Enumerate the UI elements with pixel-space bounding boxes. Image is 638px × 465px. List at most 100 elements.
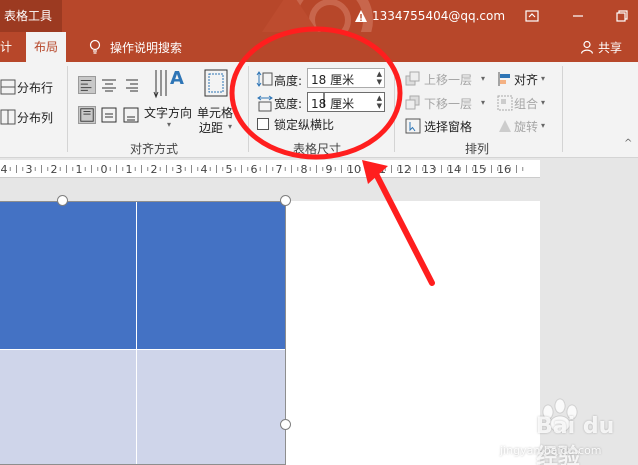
chevron-down-icon: ▾ <box>541 98 546 107</box>
rotate-icon <box>499 120 511 132</box>
ruler-label: 11 <box>372 163 386 176</box>
collapse-ribbon-icon[interactable]: ^ <box>624 138 632 149</box>
person-icon <box>580 40 594 54</box>
distribute-rows-icon <box>0 79 16 95</box>
height-label: 高度: <box>274 74 303 88</box>
selection-pane-button[interactable]: 选择窗格 <box>424 118 472 135</box>
share-label: 共享 <box>598 40 623 55</box>
distribute-columns-button[interactable]: 分布列 <box>17 109 53 126</box>
group-separator <box>248 66 249 152</box>
ruler-label: 14 <box>447 163 461 176</box>
tell-me-search[interactable]: 操作说明搜索 <box>88 32 182 62</box>
ruler-label: 8 <box>301 163 308 176</box>
table-tools-context: 表格工具 <box>0 0 62 32</box>
width-input[interactable]: 18 厘米 ▲ ▼ <box>307 92 385 112</box>
warning-icon <box>355 10 367 22</box>
ruler-label: 16 <box>497 163 511 176</box>
align-objects-button[interactable]: 对齐 <box>514 71 538 88</box>
account-email: 1334755404@qq.com <box>372 9 506 23</box>
share-button[interactable]: 共享 <box>580 32 622 62</box>
ruler-label: 4 <box>1 163 8 176</box>
bring-forward-icon <box>405 71 420 86</box>
ruler-label: 0 <box>101 163 108 176</box>
ruler-scale: 4 3 2 1 0 1 2 3 4 5 6 7 8 9 10 11 12 13 14 15 16 <box>1 163 524 176</box>
ruler-label: 12 <box>397 163 411 176</box>
send-backward-button[interactable]: 下移一层 <box>424 95 472 112</box>
ruler-label: 9 <box>326 163 333 176</box>
width-value: 18 厘米 <box>311 97 355 111</box>
restore-icon[interactable] <box>614 8 630 24</box>
resize-handle[interactable] <box>280 195 291 206</box>
title-bar: 表格工具 1334755404@qq.com <box>0 0 638 32</box>
ribbon-tab-bar: 计 布局 操作说明搜索 共享 <box>0 32 638 62</box>
ruler-label: 6 <box>251 163 258 176</box>
tab-design-partial[interactable]: 计 <box>0 32 12 62</box>
resize-handle[interactable] <box>280 419 291 430</box>
text-direction-button[interactable]: 文字方向 <box>144 104 192 121</box>
rotate-button[interactable]: 旋转 <box>514 118 538 135</box>
chevron-down-icon: ▾ <box>481 74 486 83</box>
align-left-icon[interactable] <box>78 76 96 94</box>
height-input[interactable]: 18 厘米 ▲ ▼ <box>307 68 385 88</box>
width-icon <box>257 95 273 112</box>
align-group-label: 对齐方式 <box>130 142 179 156</box>
watermark-brand: Bai du 经验 <box>536 414 615 465</box>
align-objects-icon <box>498 72 510 86</box>
ruler-label: 5 <box>226 163 233 176</box>
lock-aspect-ratio-checkbox[interactable] <box>257 118 269 130</box>
align-top-icon[interactable] <box>78 106 96 124</box>
tell-me-label: 操作说明搜索 <box>110 40 183 55</box>
tab-layout[interactable]: 布局 <box>26 32 67 62</box>
ruler-label: 13 <box>422 163 436 176</box>
align-right-icon[interactable] <box>122 76 140 94</box>
resize-handle[interactable] <box>57 195 68 206</box>
lightbulb-icon <box>89 39 101 54</box>
height-spinner-arrows[interactable]: ▲ ▼ <box>377 70 382 86</box>
ruler-label: 3 <box>26 163 33 176</box>
height-value: 18 厘米 <box>311 73 355 87</box>
ruler-label: 1 <box>76 163 83 176</box>
minimize-icon[interactable] <box>570 8 586 24</box>
align-center-icon[interactable] <box>100 76 118 94</box>
lock-aspect-ratio-label: 锁定纵横比 <box>274 118 335 132</box>
ruler-label: 15 <box>472 163 486 176</box>
svg-text:A: A <box>170 68 184 89</box>
size-group-label: 表格尺寸 <box>293 142 342 156</box>
ruler-label: 2 <box>51 163 58 176</box>
horizontal-ruler: 4 3 2 1 0 1 2 3 4 5 6 7 8 9 10 11 12 13 14 15 16 <box>0 160 540 178</box>
group-objects-icon <box>497 95 513 111</box>
cell-margins-label-2: 边距 <box>199 121 224 135</box>
ruler-label: 3 <box>176 163 183 176</box>
group-separator <box>394 66 395 152</box>
ruler-label: 7 <box>276 163 283 176</box>
account-area[interactable]: 1334755404@qq.com <box>354 0 505 32</box>
distribute-rows-button[interactable]: 分布行 <box>17 79 53 96</box>
table-selection-box <box>0 201 286 465</box>
ruler-label: 2 <box>151 163 158 176</box>
cell-margins-icon <box>204 69 228 97</box>
width-label: 宽度: <box>274 97 303 111</box>
align-bottom-icon[interactable] <box>122 106 140 124</box>
chevron-down-icon: ▾ <box>541 74 546 83</box>
watermark-url: jingyan.baidu.com <box>500 444 602 457</box>
height-icon <box>256 71 273 87</box>
align-middle-icon[interactable] <box>100 106 118 124</box>
arrange-group-label: 排列 <box>465 142 490 156</box>
send-backward-icon <box>405 95 420 110</box>
group-objects-button[interactable]: 组合 <box>514 95 538 112</box>
group-separator <box>67 66 68 152</box>
distribute-columns-icon <box>0 109 16 125</box>
ribbon-display-icon[interactable] <box>524 8 540 24</box>
width-spinner-arrows[interactable]: ▲ ▼ <box>377 94 382 110</box>
selection-pane-icon <box>405 118 421 134</box>
ruler-label: 4 <box>201 163 208 176</box>
bring-forward-button[interactable]: 上移一层 <box>424 71 472 88</box>
group-separator <box>562 66 563 152</box>
chevron-down-icon: ▾ <box>481 98 486 107</box>
ribbon: 分布行 分布列 A 文字方向 ▾ 单元格 边距 ▾ 对齐方式 高度: 18 厘米… <box>0 62 638 158</box>
ruler-label: 1 <box>126 163 133 176</box>
text-direction-icon: A <box>153 68 184 99</box>
chevron-down-icon: ▾ <box>228 122 233 131</box>
ruler-label: 10 <box>347 163 361 176</box>
chevron-down-icon: ▾ <box>541 121 546 130</box>
